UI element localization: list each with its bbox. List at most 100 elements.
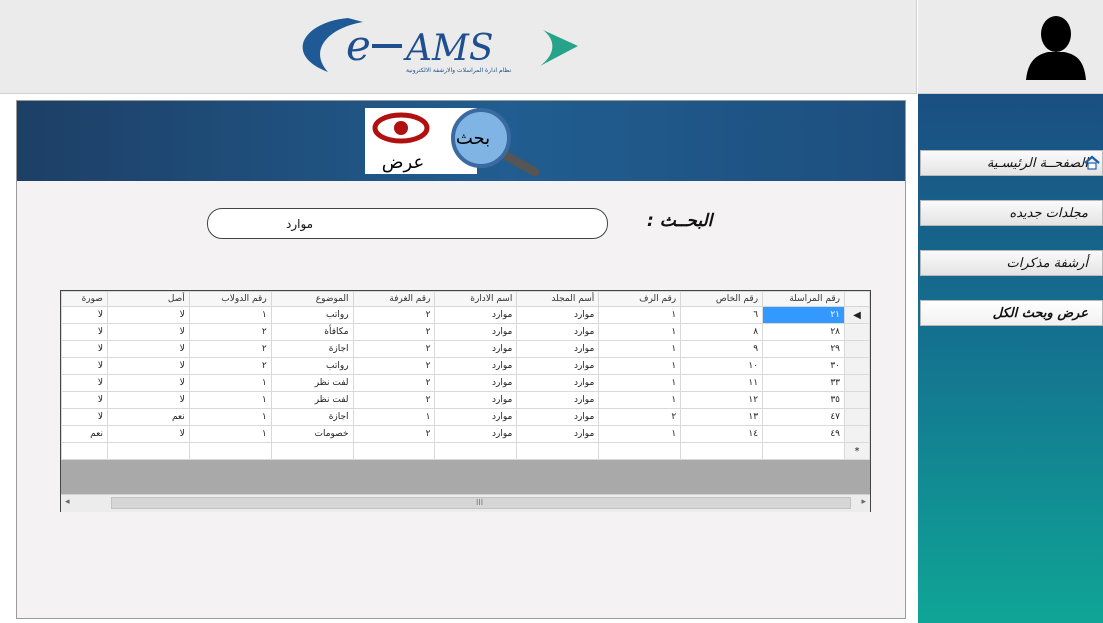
- table-cell[interactable]: [598, 442, 682, 460]
- table-cell[interactable]: ٢: [188, 340, 272, 358]
- table-cell[interactable]: ٣٥: [762, 391, 845, 409]
- row-header[interactable]: [843, 391, 871, 409]
- table-cell[interactable]: ١: [598, 306, 682, 324]
- table-cell[interactable]: موارد: [516, 357, 600, 375]
- table-cell[interactable]: ٢٩: [762, 340, 845, 358]
- table-cell[interactable]: لفت نظر: [270, 374, 354, 392]
- table-cell[interactable]: لا: [106, 323, 190, 341]
- table-cell[interactable]: ١١: [680, 374, 764, 392]
- table-cell[interactable]: لا: [61, 306, 108, 324]
- row-header[interactable]: [843, 425, 871, 443]
- table-cell[interactable]: موارد: [516, 374, 600, 392]
- table-cell[interactable]: [434, 442, 518, 460]
- table-cell[interactable]: ٢٨: [762, 323, 845, 341]
- table-cell[interactable]: [762, 442, 845, 460]
- table-cell[interactable]: ١٤: [680, 425, 764, 443]
- table-cell[interactable]: ٣٣: [762, 374, 845, 392]
- table-cell[interactable]: [270, 442, 354, 460]
- new-row[interactable]: *: [61, 442, 871, 460]
- table-cell[interactable]: [352, 442, 436, 460]
- table-cell[interactable]: ٣٠: [762, 357, 845, 375]
- table-cell[interactable]: ١: [598, 340, 682, 358]
- table-cell[interactable]: لا: [106, 306, 190, 324]
- sidebar-item-new-folders[interactable]: مجلدات جديده: [920, 200, 1103, 226]
- table-cell[interactable]: موارد: [516, 391, 600, 409]
- col-header-subject[interactable]: الموضوع: [270, 291, 354, 307]
- table-cell[interactable]: موارد: [516, 306, 600, 324]
- table-cell[interactable]: ١: [188, 425, 272, 443]
- table-cell[interactable]: ١: [188, 391, 272, 409]
- table-cell[interactable]: لا: [106, 340, 190, 358]
- table-cell[interactable]: ٢: [598, 408, 682, 426]
- table-cell[interactable]: ٤٧: [762, 408, 845, 426]
- table-cell[interactable]: ٢: [352, 391, 436, 409]
- table-row[interactable]: لا لا ٢ رواتب ٢ موارد موارد ١ ١٠ ٣٠: [61, 357, 871, 375]
- table-row[interactable]: لا لا ١ رواتب ٢ موارد موارد ١ ٦ ٢١ ◀: [61, 306, 871, 324]
- table-cell[interactable]: موارد: [434, 425, 518, 443]
- table-cell[interactable]: ٢: [352, 340, 436, 358]
- row-header[interactable]: ◀: [843, 306, 871, 324]
- row-header[interactable]: [843, 340, 871, 358]
- table-cell[interactable]: [680, 442, 764, 460]
- table-cell[interactable]: مكافأة: [270, 323, 354, 341]
- table-cell[interactable]: ١: [598, 391, 682, 409]
- table-cell[interactable]: موارد: [516, 340, 600, 358]
- col-header-correspondence-no[interactable]: رقم المراسلة: [762, 291, 845, 307]
- table-cell[interactable]: موارد: [516, 408, 600, 426]
- table-cell[interactable]: موارد: [516, 425, 600, 443]
- table-cell[interactable]: ٤٩: [762, 425, 845, 443]
- table-cell[interactable]: لا: [106, 391, 190, 409]
- table-row[interactable]: لا نعم ١ اجازة ١ موارد موارد ٢ ١٣ ٤٧: [61, 408, 871, 426]
- table-cell[interactable]: موارد: [434, 323, 518, 341]
- col-header-cabinet-no[interactable]: رقم الدولاب: [188, 291, 272, 307]
- scrollbar-thumb[interactable]: III: [111, 497, 851, 509]
- table-cell[interactable]: [188, 442, 272, 460]
- table-cell[interactable]: ١: [188, 374, 272, 392]
- table-cell[interactable]: ٢: [188, 323, 272, 341]
- table-cell[interactable]: لا: [61, 340, 108, 358]
- table-cell[interactable]: لا: [61, 323, 108, 341]
- table-cell[interactable]: لا: [61, 374, 108, 392]
- row-header[interactable]: [843, 323, 871, 341]
- sidebar-item-home[interactable]: الصفحــة الرئيسـية: [920, 150, 1103, 176]
- table-row[interactable]: لا لا ٢ اجازة ٢ موارد موارد ١ ٩ ٢٩: [61, 340, 871, 358]
- user-avatar-icon[interactable]: [1022, 12, 1090, 80]
- table-cell[interactable]: ١٠: [680, 357, 764, 375]
- table-cell[interactable]: موارد: [434, 408, 518, 426]
- table-cell[interactable]: رواتب: [270, 357, 354, 375]
- table-row[interactable]: لا لا ١ لفت نظر ٢ موارد موارد ١ ١٢ ٣٥: [61, 391, 871, 409]
- table-cell[interactable]: ٢١: [762, 306, 845, 324]
- table-cell[interactable]: موارد: [434, 357, 518, 375]
- table-cell[interactable]: لا: [106, 374, 190, 392]
- search-input[interactable]: موارد: [207, 208, 608, 239]
- col-header-original[interactable]: أصل: [106, 291, 190, 307]
- results-grid[interactable]: صورة أصل رقم الدولاب الموضوع رقم الغرفة …: [60, 290, 871, 512]
- table-cell[interactable]: لا: [106, 425, 190, 443]
- table-cell[interactable]: ٦: [680, 306, 764, 324]
- table-cell[interactable]: ١: [598, 425, 682, 443]
- sidebar-item-view-search-all[interactable]: عرض وبحث الكل: [920, 300, 1103, 326]
- scroll-left-arrow-icon[interactable]: ◂: [65, 497, 70, 507]
- row-header[interactable]: [843, 374, 871, 392]
- table-cell[interactable]: ١: [598, 374, 682, 392]
- table-cell[interactable]: ٨: [680, 323, 764, 341]
- table-row[interactable]: لا لا ١ لفت نظر ٢ موارد موارد ١ ١١ ٣٣: [61, 374, 871, 392]
- col-header-shelf-no[interactable]: رقم الرف: [598, 291, 682, 307]
- table-cell[interactable]: ٢: [352, 306, 436, 324]
- horizontal-scrollbar[interactable]: ◂ III ▸: [61, 494, 870, 512]
- table-cell[interactable]: ٩: [680, 340, 764, 358]
- table-cell[interactable]: اجازة: [270, 340, 354, 358]
- table-cell[interactable]: ١: [598, 357, 682, 375]
- table-cell[interactable]: موارد: [434, 306, 518, 324]
- table-cell[interactable]: ١: [188, 306, 272, 324]
- table-cell[interactable]: ١: [188, 408, 272, 426]
- col-header-room-no[interactable]: رقم الغرفة: [352, 291, 436, 307]
- table-cell[interactable]: [106, 442, 190, 460]
- table-cell[interactable]: ١٣: [680, 408, 764, 426]
- table-cell[interactable]: ١٢: [680, 391, 764, 409]
- table-cell[interactable]: لا: [61, 357, 108, 375]
- table-cell[interactable]: ١: [598, 323, 682, 341]
- table-cell[interactable]: موارد: [434, 391, 518, 409]
- table-row[interactable]: نعم لا ١ خصومات ٢ موارد موارد ١ ١٤ ٤٩: [61, 425, 871, 443]
- table-cell[interactable]: موارد: [434, 340, 518, 358]
